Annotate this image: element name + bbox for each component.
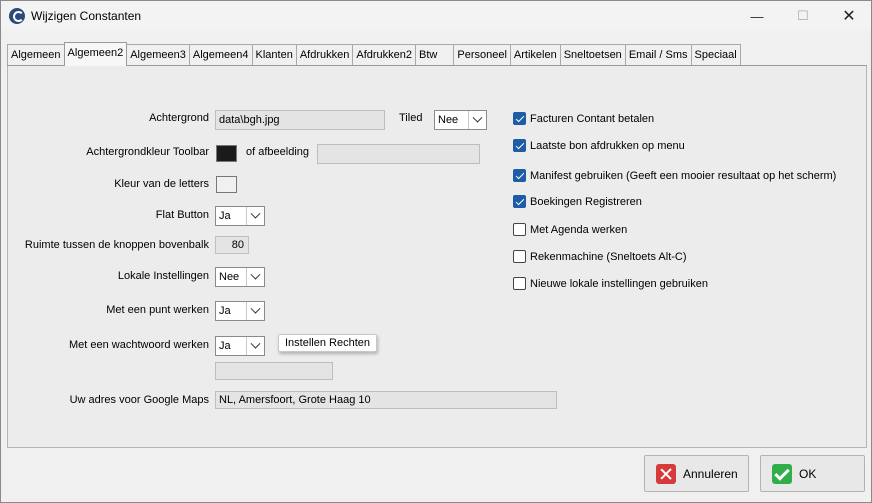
local-settings-select[interactable]: Nee (215, 267, 265, 287)
checkbox-boekingen[interactable] (513, 195, 526, 208)
maps-input[interactable]: NL, Amersfoort, Grote Haag 10 (215, 391, 557, 409)
achtergrond-input[interactable]: data\bgh.jpg (215, 110, 385, 130)
minimize-button[interactable]: — (734, 1, 780, 31)
checkbox-facturen-contant-label: Facturen Contant betalen (530, 113, 655, 125)
maximize-button[interactable]: ☐ (780, 1, 826, 31)
tab-artikelen[interactable]: Artikelen (509, 44, 561, 66)
tiled-label: Tiled (399, 112, 423, 124)
ok-button-label: OK (799, 466, 817, 481)
ok-check-icon (772, 463, 792, 484)
checkbox-rekenmachine[interactable] (513, 250, 526, 263)
tiled-value: Nee (438, 114, 459, 126)
checkbox-boekingen-label: Boekingen Registreren (530, 196, 642, 208)
password-value: Ja (219, 340, 231, 352)
tab-sneltoetsen[interactable]: Sneltoetsen (559, 44, 626, 66)
tab-email-sms[interactable]: Email / Sms (624, 44, 692, 66)
chevron-down-icon (246, 302, 264, 320)
flat-button-select[interactable]: Ja (215, 206, 265, 226)
tab-strip: Algemeen Algemeen2 Algemeen3 Algemeen4 K… (7, 42, 741, 66)
maps-label: Uw adres voor Google Maps (69, 394, 209, 406)
checkbox-laatste-bon-label: Laatste bon afdrukken op menu (530, 140, 685, 152)
password-field[interactable] (215, 362, 333, 380)
checkbox-nieuwe-lokale[interactable] (513, 277, 526, 290)
checkbox-manifest[interactable] (513, 169, 526, 182)
cancel-x-icon (656, 463, 676, 484)
chevron-down-icon (246, 268, 264, 286)
dot-label: Met een punt werken (106, 304, 209, 316)
toolbar-color-label: Achtergrondkleur Toolbar (86, 146, 209, 158)
dot-value: Ja (219, 305, 231, 317)
app-logo-icon (9, 8, 25, 24)
close-button[interactable]: ✕ (826, 1, 872, 31)
tab-afdrukken[interactable]: Afdrukken (295, 44, 354, 66)
rights-button[interactable]: Instellen Rechten (278, 334, 377, 352)
spacing-label: Ruimte tussen de knoppen bovenbalk (24, 239, 209, 251)
letter-color-swatch[interactable] (216, 176, 237, 193)
flat-button-label: Flat Button (155, 209, 209, 221)
local-settings-value: Nee (219, 271, 240, 283)
tab-algemeen3[interactable]: Algemeen3 (126, 44, 190, 66)
toolbar-color-swatch[interactable] (216, 145, 237, 162)
chevron-down-icon (246, 337, 264, 355)
achtergrond-label: Achtergrond (149, 112, 209, 124)
checkbox-manifest-label: Manifest gebruiken (Geeft een mooier res… (530, 170, 837, 182)
tab-afdrukken2[interactable]: Afdrukken2 (352, 44, 417, 66)
checkbox-nieuwe-lokale-label: Nieuwe lokale instellingen gebruiken (530, 278, 708, 290)
constants-window: Wijzigen Constanten — ☐ ✕ Algemeen Algem… (0, 0, 872, 503)
tab-algemeen4[interactable]: Algemeen4 (188, 44, 253, 66)
tiled-select[interactable]: Nee (434, 110, 487, 130)
checkbox-agenda[interactable] (513, 223, 526, 236)
window-title: Wijzigen Constanten (31, 9, 142, 23)
title-bar: Wijzigen Constanten — ☐ ✕ (1, 1, 871, 31)
letter-color-label: Kleur van de letters (114, 178, 209, 190)
tab-algemeen[interactable]: Algemeen (7, 44, 65, 66)
checkbox-facturen-contant[interactable] (513, 112, 526, 125)
cancel-button[interactable]: Annuleren (644, 455, 749, 492)
chevron-down-icon (468, 111, 486, 129)
dot-select[interactable]: Ja (215, 301, 265, 321)
checkbox-laatste-bon[interactable] (513, 139, 526, 152)
checkbox-rekenmachine-label: Rekenmachine (Sneltoets Alt-C) (530, 251, 687, 263)
ok-button[interactable]: OK (760, 455, 865, 492)
tab-speciaal[interactable]: Speciaal (690, 44, 741, 66)
password-label: Met een wachtwoord werken (68, 339, 209, 351)
tab-personeel[interactable]: Personeel (453, 44, 511, 66)
chevron-down-icon (246, 207, 264, 225)
checkbox-agenda-label: Met Agenda werken (530, 224, 628, 236)
cancel-button-label: Annuleren (683, 466, 738, 481)
tab-algemeen2[interactable]: Algemeen2 (63, 42, 128, 66)
spacing-input[interactable]: 80 (215, 236, 249, 254)
local-settings-label: Lokale Instellingen (117, 270, 209, 282)
tab-btw[interactable]: Btw (415, 44, 455, 66)
of-afbeelding-label: of afbeelding (246, 146, 309, 158)
flat-button-value: Ja (219, 210, 231, 222)
password-select[interactable]: Ja (215, 336, 265, 356)
tab-klanten[interactable]: Klanten (251, 44, 297, 66)
of-afbeelding-input[interactable] (317, 144, 480, 164)
